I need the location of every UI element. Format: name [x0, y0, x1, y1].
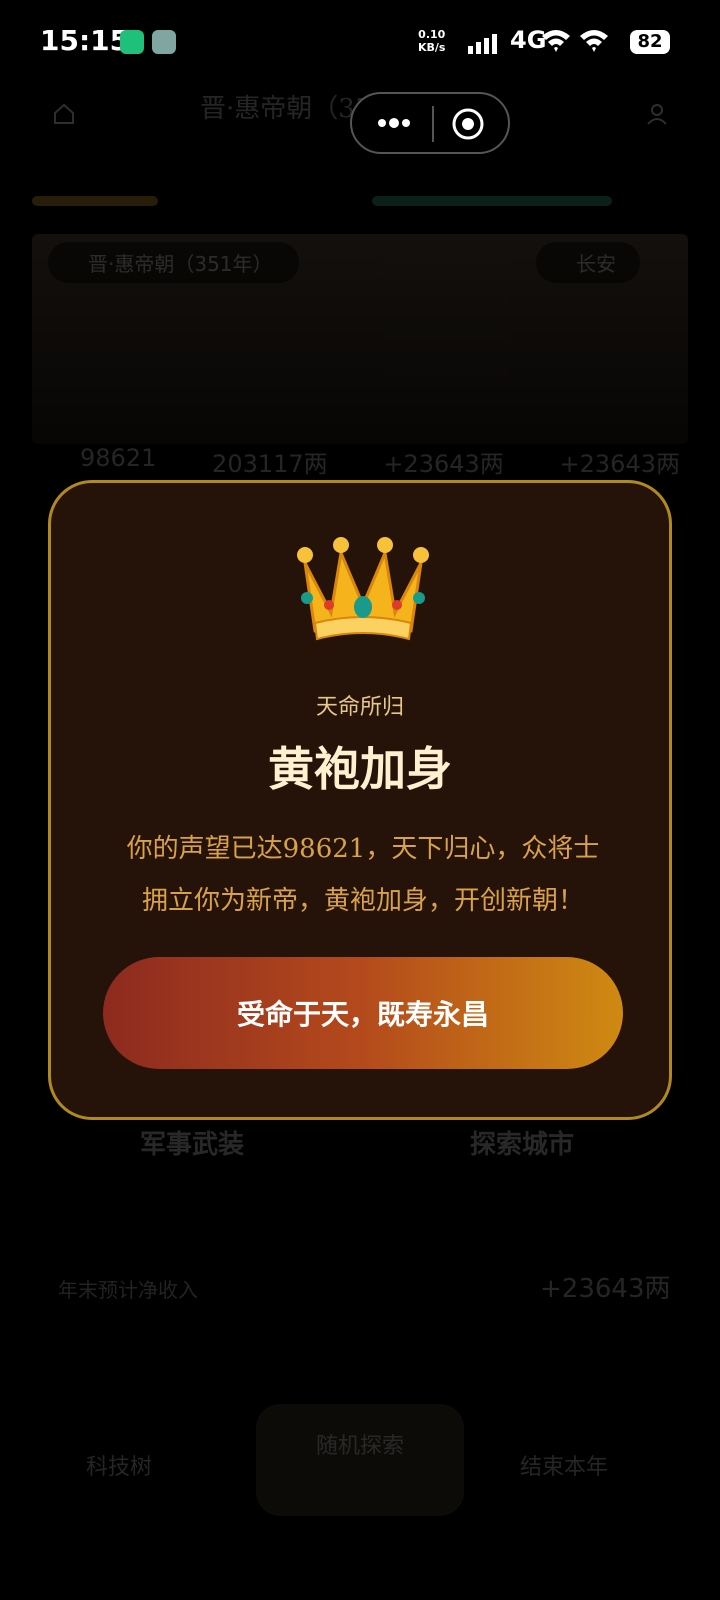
net-speed-unit: KB/s	[418, 41, 446, 54]
crown-icon	[297, 537, 429, 641]
coronation-modal: 天命所归 黄袍加身 你的声望已达98621，天下归心，众将士 拥立你为新帝，黄袍…	[48, 480, 672, 1120]
modal-title: 黄袍加身	[268, 742, 452, 796]
net-speed: 0.10 KB/s	[418, 28, 445, 54]
stat-income: +23643两	[383, 450, 504, 478]
random-explore-button[interactable]: 随机探索	[256, 1404, 464, 1516]
stat-prestige: 98621	[80, 444, 157, 472]
user-icon	[647, 104, 667, 125]
stat-net: +23643两	[559, 450, 680, 478]
status-bar: 15:15 0.10 KB/s 4G 82	[0, 0, 720, 84]
wifi-icon	[542, 30, 570, 52]
app-shield-icon	[120, 30, 144, 54]
net-speed-value: 0.10	[418, 28, 446, 41]
confirm-button[interactable]: 受命于天，既寿永昌	[103, 957, 623, 1069]
stat-treasury: 203117两	[212, 450, 328, 478]
random-explore-label: 随机探索	[315, 1434, 404, 1459]
modal-body-line: 你的声望已达98621，天下归心，众将士	[126, 834, 600, 864]
section-military-title[interactable]: 军事武装	[140, 1124, 244, 1161]
modal-pretitle: 天命所归	[315, 695, 404, 720]
stats-row: 98621 203117两 +23643两 +23643两	[80, 444, 680, 479]
wifi-icon	[580, 30, 608, 52]
era-tag: 晋·惠帝朝（351年）	[48, 242, 299, 283]
city-tag: 长安	[536, 242, 640, 283]
signal-icon	[468, 34, 497, 54]
avatar-notification-icon	[152, 30, 176, 54]
tech-tree-button[interactable]: 科技树	[86, 1449, 152, 1481]
capsule-divider	[432, 106, 434, 142]
more-icon[interactable]	[374, 108, 414, 138]
status-time: 15:15	[40, 24, 130, 57]
end-year-button[interactable]: 结束本年	[520, 1449, 608, 1481]
modal-body-line: 拥立你为新帝，黄袍加身，开创新朝！	[141, 886, 584, 916]
income-label: 年末预计净收入	[58, 1278, 198, 1302]
home-icon	[54, 103, 74, 124]
battery-icon: 82	[630, 30, 670, 54]
section-explore-title[interactable]: 探索城市	[470, 1124, 574, 1161]
miniprogram-capsule	[350, 92, 510, 154]
progress-bar-right	[372, 196, 612, 206]
close-target-icon[interactable]	[450, 106, 486, 142]
modal-body: 你的声望已达98621，天下归心，众将士 拥立你为新帝，黄袍加身，开创新朝！	[101, 823, 625, 927]
progress-bar-left	[32, 196, 158, 206]
income-value: +23643两	[540, 1274, 671, 1304]
